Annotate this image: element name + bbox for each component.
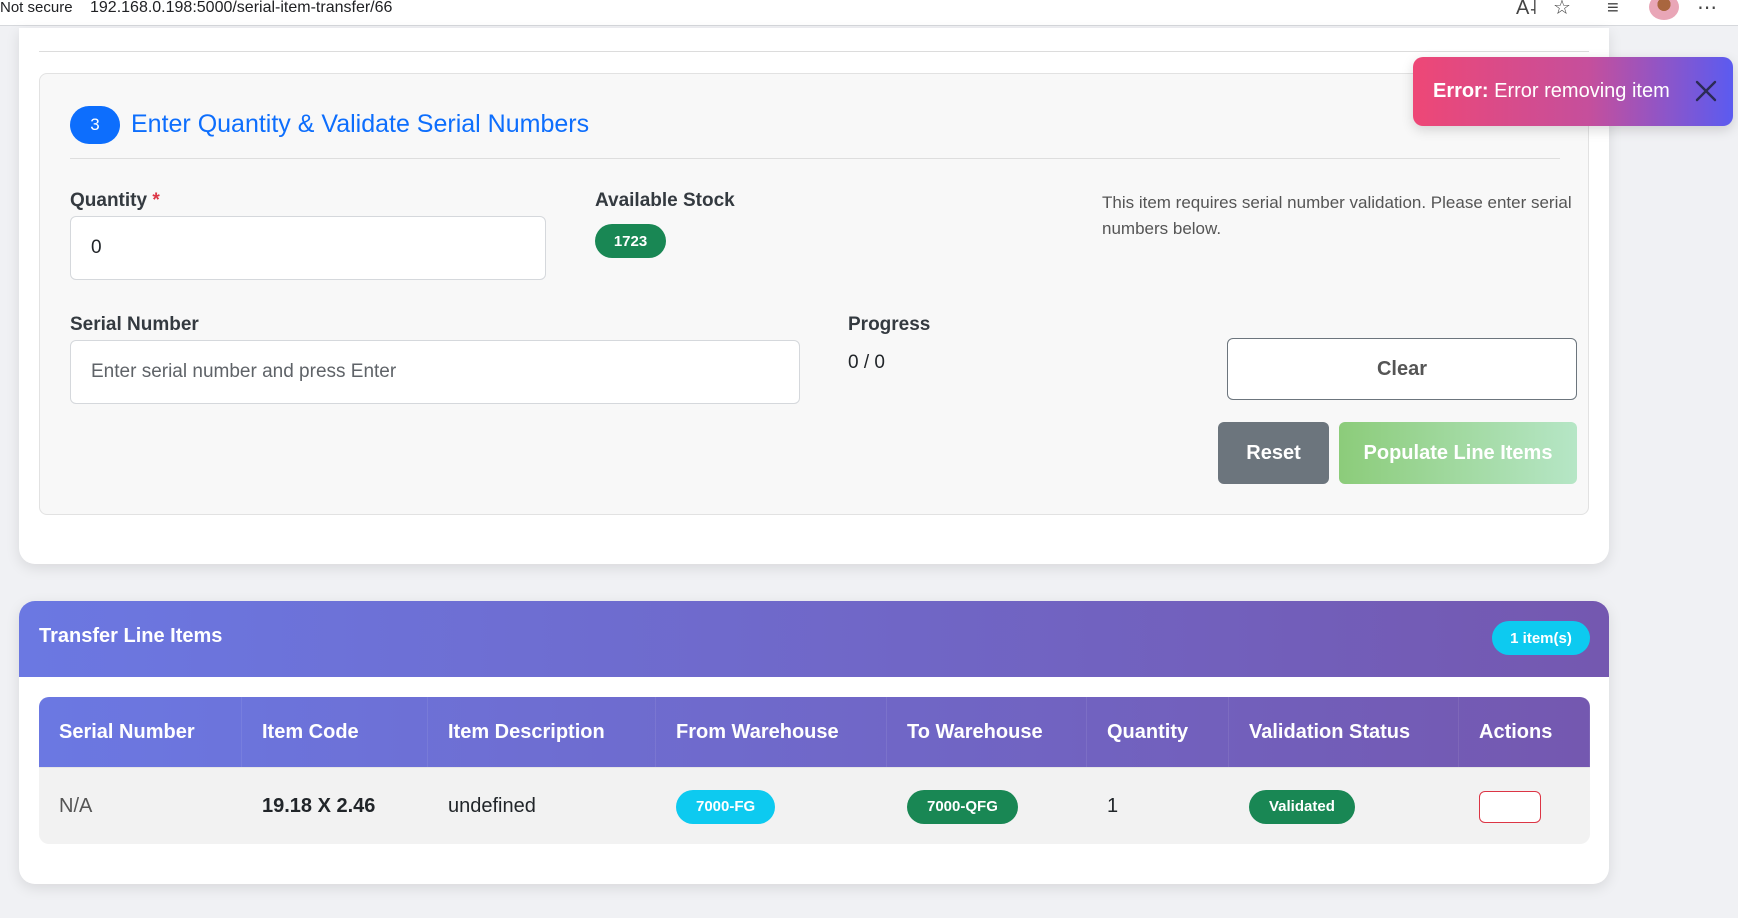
required-asterisk: * [152, 190, 160, 211]
url-text[interactable]: 192.168.0.198:5000/serial-item-transfer/… [90, 0, 392, 16]
column-header-validation-status[interactable]: Validation Status [1229, 697, 1459, 767]
from-warehouse-badge: 7000-FG [676, 789, 776, 824]
favorite-star-icon[interactable]: ☆ [1553, 0, 1571, 19]
line-items-table: Serial Number Item Code Item Description… [39, 697, 1590, 844]
serial-number-label: Serial Number [70, 314, 199, 335]
error-toast: Error: Error removing item [1413, 57, 1733, 126]
step-3-section: 3 Enter Quantity & Validate Serial Numbe… [39, 73, 1589, 515]
item-count-badge: 1 item(s) [1492, 621, 1590, 655]
close-icon[interactable] [1692, 77, 1720, 105]
step-title: Enter Quantity & Validate Serial Numbers [131, 110, 590, 138]
table-header: Serial Number Item Code Item Description… [39, 697, 1590, 767]
line-items-header: Transfer Line Items 1 item(s) [19, 601, 1609, 677]
step-card: 3 Enter Quantity & Validate Serial Numbe… [19, 28, 1609, 564]
step-number-badge: 3 [70, 106, 120, 144]
column-header-item-code[interactable]: Item Code [242, 697, 428, 767]
available-stock-badge: 1723 [595, 224, 666, 258]
cell-item-code: 19.18 X 2.46 [262, 795, 376, 817]
cell-validation-status: Validated [1229, 768, 1459, 844]
cell-quantity: 1 [1107, 795, 1119, 817]
available-stock-label: Available Stock [595, 190, 735, 211]
cell-serial-number: N/A [59, 795, 93, 817]
remove-item-button[interactable] [1479, 790, 1541, 823]
serial-number-input[interactable] [70, 340, 800, 404]
column-header-item-description[interactable]: Item Description [428, 697, 656, 767]
reset-button[interactable]: Reset [1218, 422, 1329, 484]
profile-avatar[interactable] [1649, 0, 1679, 20]
more-options-icon[interactable]: ⋯ [1697, 0, 1717, 19]
column-header-from-warehouse[interactable]: From Warehouse [656, 697, 887, 767]
security-indicator[interactable]: Not secure [0, 0, 73, 16]
cell-to-warehouse: 7000-QFG [887, 768, 1087, 844]
populate-line-items-button[interactable]: Populate Line Items [1339, 422, 1577, 484]
quantity-label: Quantity * [70, 190, 160, 211]
serial-validation-info: This item requires serial number validat… [1102, 193, 1572, 238]
divider [39, 51, 1589, 52]
column-header-quantity[interactable]: Quantity [1087, 697, 1229, 767]
read-aloud-icon[interactable]: A˨ [1516, 0, 1537, 19]
cell-actions [1459, 768, 1590, 844]
cell-from-warehouse: 7000-FG [656, 768, 887, 844]
column-header-serial-number[interactable]: Serial Number [39, 697, 242, 767]
favorites-list-icon[interactable]: ≡ [1607, 0, 1619, 19]
cell-item-description: undefined [448, 795, 536, 817]
clear-button[interactable]: Clear [1227, 338, 1577, 400]
transfer-line-items-card: Transfer Line Items 1 item(s) Serial Num… [19, 601, 1609, 884]
table-row: N/A 19.18 X 2.46 undefined 7000-FG 7000-… [39, 767, 1590, 844]
line-items-title: Transfer Line Items [39, 625, 223, 647]
progress-label: Progress [848, 314, 931, 335]
browser-address-bar: Not secure 192.168.0.198:5000/serial-ite… [0, 0, 1738, 26]
step-divider [70, 158, 1560, 159]
column-header-to-warehouse[interactable]: To Warehouse [887, 697, 1087, 767]
to-warehouse-badge: 7000-QFG [907, 789, 1018, 824]
toast-message: Error: Error removing item [1433, 80, 1670, 102]
validation-status-badge: Validated [1249, 789, 1355, 824]
progress-value: 0 / 0 [848, 352, 885, 373]
column-header-actions: Actions [1459, 697, 1590, 767]
quantity-input[interactable] [70, 216, 546, 280]
